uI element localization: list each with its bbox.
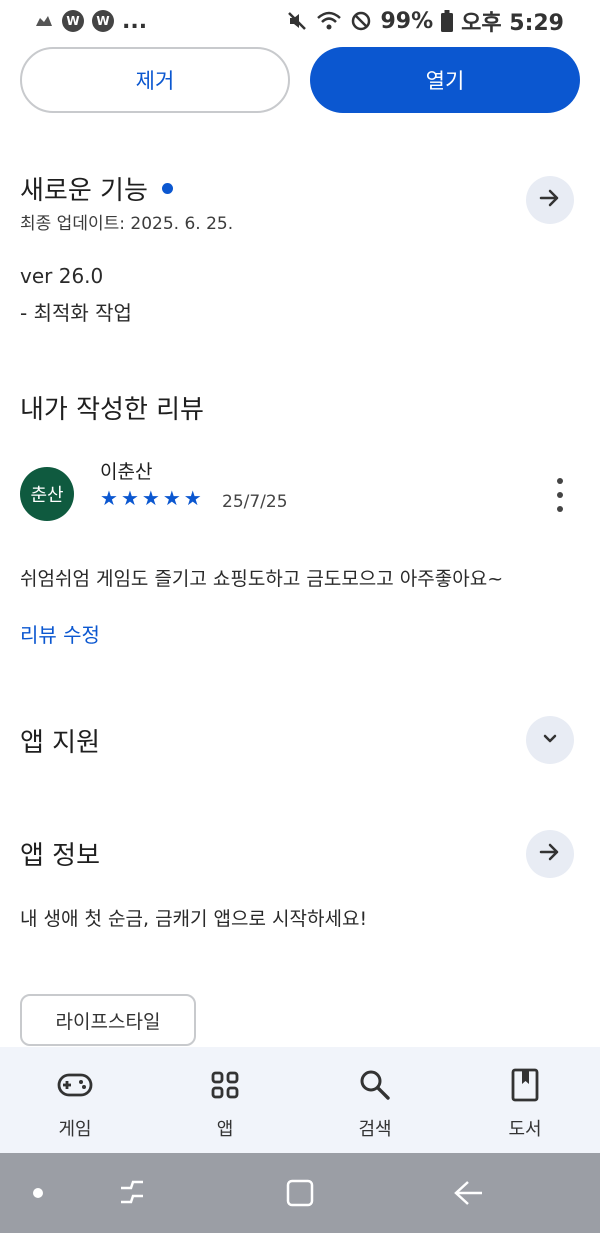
nav-item-apps[interactable]: 앱 [150, 1047, 300, 1153]
mute-icon [286, 10, 308, 32]
dot-icon[interactable] [16, 1173, 60, 1213]
chevron-down-icon [540, 728, 560, 752]
app-info-arrow-button[interactable] [526, 830, 574, 878]
star-rating: ★ ★ ★ ★ ★ [100, 487, 202, 509]
recents-icon[interactable] [110, 1173, 154, 1213]
kebab-dot-icon [557, 478, 563, 484]
last-updated-date: 최종 업데이트: 2025. 6. 25. [20, 214, 234, 234]
nav-item-books[interactable]: 도서 [450, 1047, 600, 1153]
reviewer-name: 이춘산 [100, 461, 153, 483]
whats-new-title: 새로운 기능 [20, 176, 148, 206]
battery-icon [441, 10, 454, 32]
bottom-navigation: 게임 앱 검색 도서 [0, 1047, 600, 1153]
review-more-options-button[interactable] [548, 478, 572, 512]
status-bar-left: W W ... [34, 9, 147, 34]
clock: 오후 5:29 [461, 11, 564, 36]
star-icon: ★ [141, 486, 160, 510]
apps-grid-icon [207, 1067, 243, 1103]
app-support-title[interactable]: 앱 지원 [20, 722, 100, 759]
star-icon: ★ [100, 486, 118, 510]
version-text: ver 26.0 [20, 264, 104, 288]
status-bar-right: 99% 오후 5:29 [286, 5, 564, 37]
nav-item-games[interactable]: 게임 [0, 1047, 150, 1153]
star-icon: ★ [162, 486, 181, 510]
star-icon: ★ [120, 486, 139, 510]
cloud-icon [34, 14, 54, 28]
nav-item-search[interactable]: 검색 [300, 1047, 450, 1153]
home-icon[interactable] [278, 1173, 322, 1213]
review-date: 25/7/25 [222, 492, 288, 512]
gamepad-icon [57, 1067, 93, 1103]
battery-percent: 99% [380, 8, 434, 34]
release-notes: - 최적화 작업 [20, 301, 132, 325]
new-indicator-dot [161, 183, 173, 194]
app-description: 내 생애 첫 순금, 금캐기 앱으로 시작하세요! [20, 908, 368, 930]
kebab-dot-icon [557, 506, 563, 512]
app-info-title[interactable]: 앱 정보 [20, 835, 100, 872]
whats-new-arrow-button[interactable] [526, 176, 574, 224]
arrow-right-icon [538, 186, 562, 214]
whats-new-title-row[interactable]: 새로운 기능 [20, 170, 173, 207]
search-icon [357, 1067, 393, 1103]
remove-button[interactable]: 제거 [20, 47, 290, 113]
system-navigation-bar [0, 1153, 600, 1233]
app-support-expand-button[interactable] [526, 716, 574, 764]
coin-w-icon: W [62, 10, 84, 32]
open-button[interactable]: 열기 [310, 47, 580, 113]
category-chip[interactable]: 라이프스타일 [20, 994, 196, 1046]
book-icon [507, 1067, 543, 1103]
arrow-right-icon [538, 840, 562, 868]
nav-label-books: 도서 [508, 1119, 542, 1140]
my-review-title: 내가 작성한 리뷰 [20, 395, 204, 425]
star-icon: ★ [183, 486, 202, 510]
edit-review-link[interactable]: 리뷰 수정 [20, 619, 100, 648]
nav-label-search: 검색 [358, 1119, 392, 1140]
back-icon[interactable] [446, 1173, 490, 1213]
status-bar: W W ... 99% 오후 5:29 [0, 0, 600, 42]
nav-label-games: 게임 [58, 1119, 92, 1140]
status-more-ellipsis: ... [122, 8, 148, 34]
kebab-dot-icon [557, 492, 563, 498]
coin-w-icon: W [92, 10, 114, 32]
review-text: 쉬엄쉬엄 게임도 즐기고 쇼핑도하고 금도모으고 아주좋아요~ [20, 568, 504, 590]
avatar: 춘산 [20, 467, 74, 521]
nav-label-apps: 앱 [216, 1119, 234, 1140]
no-sign-icon [350, 10, 372, 32]
wifi-icon [316, 10, 342, 32]
